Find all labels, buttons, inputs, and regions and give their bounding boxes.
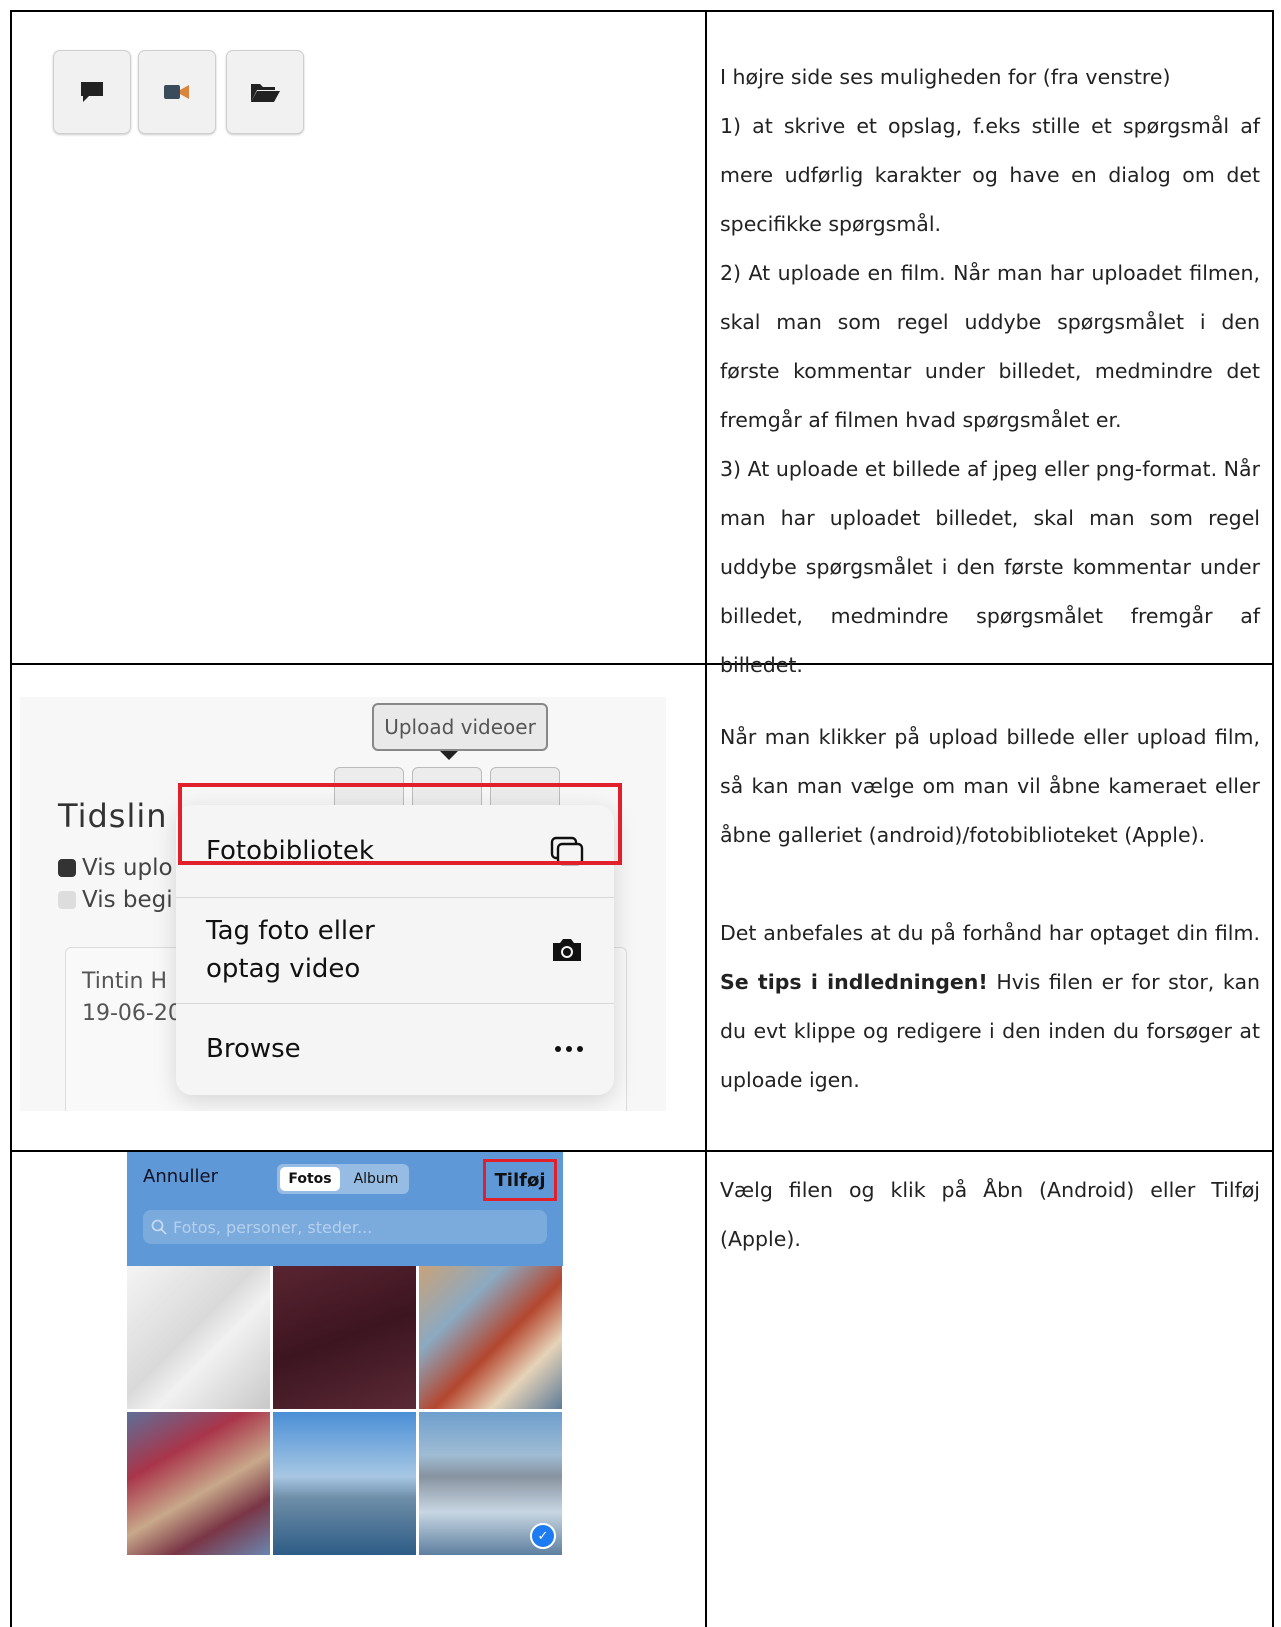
row3-paragraph: Vælg filen og klik på Åbn (Android) elle… (720, 1178, 1260, 1251)
row1-description: I højre side ses muligheden for (fra ven… (720, 53, 1260, 690)
more-dots-icon (555, 1046, 583, 1052)
selected-check-icon: ✓ (530, 1523, 556, 1549)
photos-album-segmented-control: Fotos Album (277, 1164, 409, 1194)
upload-image-button[interactable] (226, 50, 304, 134)
camera-icon (553, 939, 581, 961)
show-events-option[interactable]: Vis begi (58, 887, 173, 913)
column-divider (705, 10, 707, 1627)
row1-paragraph-2: 2) At uploade en film. Når man har uploa… (720, 261, 1260, 432)
video-camera-icon (164, 85, 189, 99)
show-uploads-label: Vis uplo (82, 855, 173, 881)
add-button[interactable]: Tilføj (483, 1159, 557, 1201)
row2-p2-bold: Se tips i indledningen! (720, 970, 988, 994)
row3-description: Vælg filen og klik på Åbn (Android) elle… (720, 1166, 1260, 1264)
show-uploads-option[interactable]: Vis uplo (58, 855, 173, 881)
search-input[interactable]: Fotos, personer, steder... (143, 1210, 547, 1244)
row1-paragraph-3: 3) At uploade et billede af jpeg eller p… (720, 457, 1260, 677)
post-button[interactable] (53, 50, 131, 134)
row2-p2-pre: Det anbefales at du på forhånd har optag… (720, 921, 1260, 945)
photo-thumbnail[interactable] (127, 1412, 270, 1555)
menu-item-browse[interactable]: Browse (176, 1003, 614, 1095)
photo-library-highlight (178, 783, 622, 865)
upload-video-tooltip: Upload videoer (372, 703, 548, 751)
row1-paragraph-0: I højre side ses muligheden for (fra ven… (720, 65, 1171, 89)
photo-thumbnail[interactable] (127, 1266, 270, 1409)
photo-thumbnail[interactable] (273, 1266, 416, 1409)
tab-album[interactable]: Album (347, 1167, 405, 1191)
photo-thumbnail[interactable] (273, 1412, 416, 1555)
row2-description: Når man klikker på upload billede eller … (720, 713, 1260, 1105)
menu-label-browse: Browse (206, 1034, 301, 1064)
checkbox-checked-icon[interactable] (58, 859, 76, 877)
card-name: Tintin H (82, 969, 168, 994)
upload-video-button[interactable] (138, 50, 216, 134)
row1-paragraph-1: 1) at skrive et opslag, f.eks stille et … (720, 114, 1260, 236)
card-date: 19-06-20 (82, 1001, 182, 1026)
photo-thumbnail-selected[interactable]: ✓ (419, 1412, 562, 1555)
cancel-button[interactable]: Annuller (143, 1166, 218, 1187)
timeline-heading: Tidslin (58, 797, 168, 835)
menu-screenshot: Upload videoer Tidslin Vis uplo Vis begi… (20, 697, 666, 1111)
search-icon (151, 1219, 167, 1235)
photo-picker-screenshot: Annuller Fotos Album Tilføj Fotos, perso… (127, 1152, 563, 1627)
tooltip-arrow (440, 751, 458, 760)
tab-photos[interactable]: Fotos (280, 1167, 340, 1191)
show-events-label: Vis begi (82, 887, 173, 913)
row2-paragraph-1: Når man klikker på upload billede eller … (720, 725, 1260, 847)
folder-open-icon (251, 84, 280, 102)
speech-bubble-icon (81, 82, 103, 102)
checkbox-unchecked-icon[interactable] (58, 891, 76, 909)
row2-paragraph-2: Det anbefales at du på forhånd har optag… (720, 909, 1260, 1105)
photo-thumbnail[interactable] (419, 1266, 562, 1409)
menu-item-take-photo[interactable]: Tag foto eller optag video (176, 897, 614, 1003)
search-placeholder: Fotos, personer, steder... (173, 1217, 373, 1237)
row2-spacer (720, 860, 1260, 909)
menu-label-take-photo: Tag foto eller optag video (206, 916, 375, 984)
